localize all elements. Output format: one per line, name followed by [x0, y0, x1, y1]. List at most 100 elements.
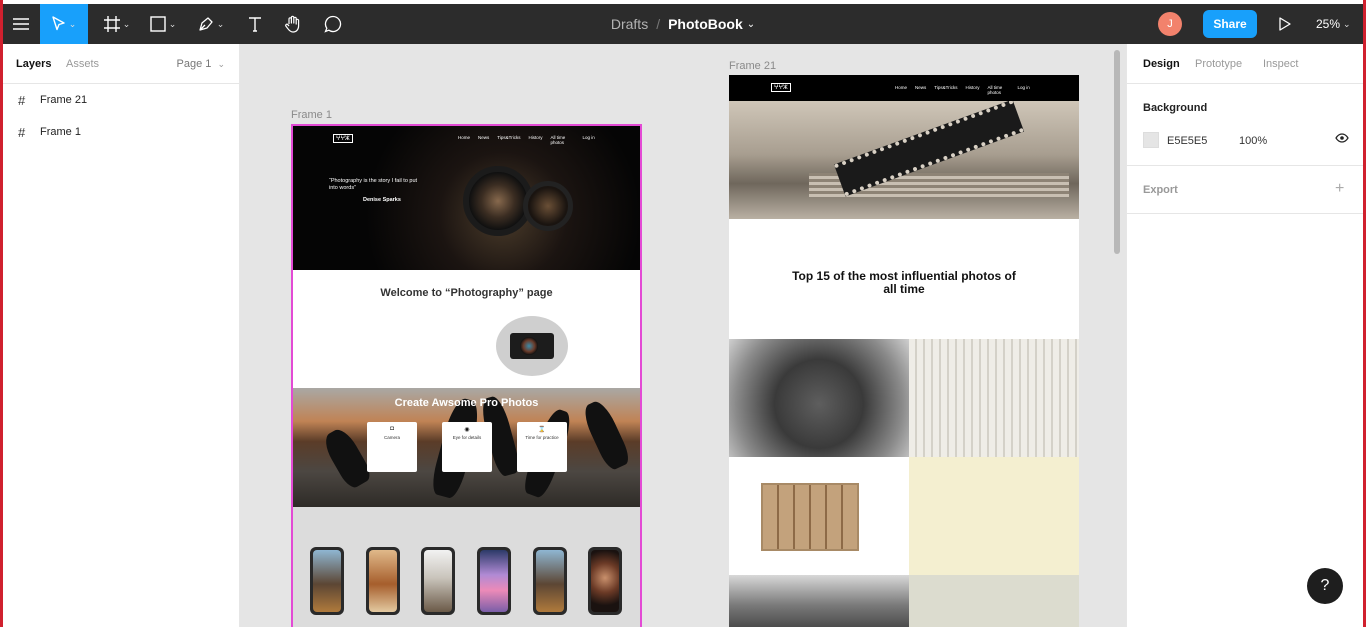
- nav-history: History: [528, 135, 543, 140]
- feature-card-time: ⌛ Time for practice: [517, 422, 567, 472]
- export-label: Export: [1143, 184, 1178, 196]
- play-icon: [1279, 17, 1291, 31]
- avatar[interactable]: J: [1158, 12, 1182, 36]
- rectangle-tool-button[interactable]: ⌄: [145, 4, 181, 44]
- menu-icon[interactable]: [3, 4, 39, 44]
- background-hex-input[interactable]: E5E5E5: [1167, 135, 1207, 147]
- chevron-down-icon: ⌄: [168, 18, 177, 29]
- nav-login: Log in: [1017, 85, 1030, 90]
- feature-card-eye: ◉ Eye for details: [442, 422, 492, 472]
- tab-inspect[interactable]: Inspect: [1263, 58, 1298, 70]
- nav-all-time: All time photos: [987, 85, 1003, 95]
- comment-tool-button[interactable]: [319, 4, 347, 44]
- chevron-down-icon: ⌄: [68, 18, 77, 29]
- site-logo: ⵖⵖⵣ: [333, 134, 353, 143]
- phone-screen: [591, 550, 619, 612]
- card-label: Eye for details: [452, 435, 482, 440]
- phone-mockup: [533, 547, 567, 615]
- nav-home: Home: [458, 135, 471, 140]
- left-panel-tabs: Layers Assets Page 1 ⌄: [3, 44, 239, 84]
- frame-tool-icon: [103, 16, 120, 32]
- layers-panel: Layers Assets Page 1 ⌄ # Frame 21 # Fram…: [3, 44, 240, 627]
- nav-news: News: [478, 135, 490, 140]
- frame-21[interactable]: ⵖⵖⵣ Home News Tips&Tricks History All ti…: [729, 75, 1079, 627]
- phone-gallery: [293, 507, 640, 627]
- zoom-dropdown[interactable]: 25% ⌄: [1316, 4, 1351, 44]
- camera-icon: ◘: [390, 426, 394, 432]
- chevron-down-icon[interactable]: ⌄: [747, 19, 755, 30]
- feature-card-camera: ◘ Camera: [367, 422, 417, 472]
- site-logo: ⵖⵖⵣ: [771, 83, 791, 92]
- frame-tool-button[interactable]: ⌄: [99, 4, 135, 44]
- phone-screen: [369, 550, 397, 612]
- frame-icon: #: [18, 92, 26, 108]
- share-button[interactable]: Share: [1203, 10, 1257, 38]
- hero-quote: “Photography is the story I fail to put …: [329, 178, 418, 192]
- hero-camera-image: ⵖⵖⵣ Home News Tips&Tricks History All ti…: [293, 126, 640, 270]
- nav-tips: Tips&Tricks: [497, 135, 521, 140]
- export-section: Export +: [1127, 166, 1363, 214]
- frame-1[interactable]: ⵖⵖⵣ Home News Tips&Tricks History All ti…: [291, 124, 642, 627]
- frame-1-label[interactable]: Frame 1: [291, 109, 332, 121]
- rectangle-tool-icon: [150, 16, 166, 32]
- help-button[interactable]: ?: [1307, 568, 1343, 604]
- site-nav: Home News Tips&Tricks History All time p…: [458, 135, 603, 145]
- nav-tips: Tips&Tricks: [934, 85, 958, 90]
- site-nav: Home News Tips&Tricks History All time p…: [895, 85, 1038, 95]
- frame-21-label[interactable]: Frame 21: [729, 60, 776, 72]
- camera-image: [496, 316, 568, 376]
- hand-tool-button[interactable]: [279, 4, 307, 44]
- page-name: Page 1: [176, 58, 212, 70]
- tab-prototype[interactable]: Prototype: [1195, 58, 1242, 70]
- pen-tool-button[interactable]: ⌄: [193, 4, 229, 44]
- zoom-level: 25%: [1316, 17, 1341, 31]
- phone-screen: [424, 550, 452, 612]
- film-camera-image: [729, 101, 1079, 219]
- quote-author: Denise Sparks: [363, 197, 401, 203]
- chevron-down-icon: ⌄: [216, 18, 225, 29]
- phone-screen: [536, 550, 564, 612]
- background-section: Background E5E5E5 100%: [1127, 84, 1363, 166]
- move-tool-icon: [52, 16, 65, 31]
- move-tool-button[interactable]: ⌄: [40, 4, 88, 44]
- phone-mockup: [310, 547, 344, 615]
- tab-assets[interactable]: Assets: [66, 58, 99, 70]
- background-opacity-input[interactable]: 100%: [1239, 135, 1267, 147]
- file-name[interactable]: PhotoBook: [668, 16, 743, 32]
- add-export-icon[interactable]: +: [1335, 180, 1344, 198]
- breadcrumb-drafts[interactable]: Drafts: [611, 16, 648, 32]
- text-tool-button[interactable]: [241, 4, 269, 44]
- card-label: Time for practice: [525, 435, 559, 440]
- chevron-down-icon: ⌄: [217, 59, 225, 69]
- phone-mockup: [477, 547, 511, 615]
- present-button[interactable]: [1271, 4, 1299, 44]
- right-panel-tabs: Design Prototype Inspect: [1127, 44, 1363, 84]
- background-swatch[interactable]: [1143, 132, 1159, 148]
- tab-design[interactable]: Design: [1143, 58, 1180, 70]
- visibility-eye-icon[interactable]: [1335, 133, 1349, 146]
- nav-home: Home: [895, 85, 908, 90]
- camera-lens-shape: [523, 181, 573, 231]
- phone-mockup: [588, 547, 622, 615]
- gallery-photo: [729, 457, 909, 575]
- site-header: ⵖⵖⵣ Home News Tips&Tricks History All ti…: [729, 75, 1079, 101]
- canvas-scrollbar[interactable]: [1114, 50, 1120, 254]
- page-selector[interactable]: Page 1 ⌄: [177, 58, 225, 70]
- chevron-down-icon: ⌄: [122, 18, 131, 29]
- toolbar: ⌄ ⌄ ⌄ ⌄ Drafts / PhotoBook ⌄ J Share 25%…: [3, 4, 1363, 44]
- pen-tool-icon: [199, 17, 213, 31]
- canvas[interactable]: Frame 1 ⵖⵖⵣ Home News Tips&Tricks Histor…: [240, 44, 1126, 627]
- layer-name: Frame 1: [40, 126, 81, 138]
- breadcrumb-separator: /: [656, 16, 661, 32]
- layer-frame-1[interactable]: # Frame 1: [3, 116, 240, 148]
- frame-icon: #: [18, 124, 26, 140]
- phone-screen: [313, 550, 341, 612]
- layer-frame-21[interactable]: # Frame 21: [3, 84, 240, 116]
- background-label: Background: [1143, 102, 1208, 114]
- comment-tool-icon: [324, 15, 342, 33]
- gallery-photo: [729, 575, 909, 627]
- tab-layers[interactable]: Layers: [16, 58, 51, 70]
- gallery-photo: [729, 339, 909, 457]
- card-label: Camera: [383, 435, 400, 440]
- camera-icon: [510, 333, 554, 359]
